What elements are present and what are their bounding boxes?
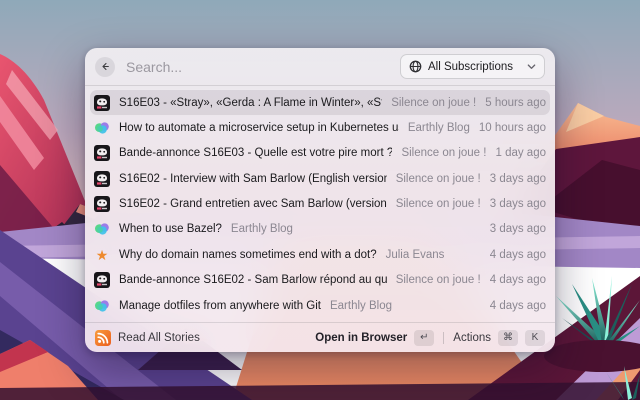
item-time: 10 hours ago bbox=[478, 121, 546, 134]
soj-favicon bbox=[94, 94, 110, 111]
item-source: Earthly Blog bbox=[230, 223, 293, 236]
list-item[interactable]: S16E02 - Grand entretien avec Sam Barlow… bbox=[90, 192, 550, 217]
item-title: How to automate a microservice setup in … bbox=[119, 121, 399, 134]
item-title: S16E02 - Interview with Sam Barlow (Engl… bbox=[119, 172, 387, 185]
earthly-favicon bbox=[94, 120, 110, 136]
back-button[interactable] bbox=[95, 56, 115, 77]
action-bar: Read All Stories Open in Browser ↵ Actio… bbox=[85, 322, 555, 352]
footer-divider bbox=[443, 331, 445, 344]
item-time: 3 days ago bbox=[489, 172, 546, 185]
item-source: Silence on joue ! bbox=[395, 274, 481, 287]
item-title: When to use Bazel? bbox=[119, 223, 222, 236]
command-key-badge: ⌘ bbox=[498, 329, 518, 346]
item-source: Silence on joue ! bbox=[401, 147, 487, 160]
globe-icon bbox=[409, 60, 422, 73]
soj-favicon bbox=[94, 272, 110, 289]
item-title: Bande-annonce S16E02 - Sam Barlow répond… bbox=[119, 274, 387, 287]
item-title: Bande-annonce S16E03 - Quelle est votre … bbox=[119, 147, 393, 160]
item-time: 5 hours ago bbox=[485, 96, 546, 109]
item-time: 4 days ago bbox=[489, 248, 546, 261]
arrow-left-icon bbox=[102, 62, 109, 71]
rss-icon bbox=[95, 329, 111, 346]
subscriptions-dropdown-label: All Subscriptions bbox=[427, 60, 513, 73]
item-time: 4 days ago bbox=[489, 299, 546, 312]
item-title: Why do domain names sometimes end with a… bbox=[119, 248, 377, 261]
list-item[interactable]: S16E02 - Interview with Sam Barlow (Engl… bbox=[90, 166, 550, 191]
list-item[interactable]: Bande-annonce S16E03 - Quelle est votre … bbox=[90, 141, 550, 166]
desktop: All Subscriptions S16E03 - «Stray», «Ger… bbox=[0, 0, 640, 400]
item-time: 3 days ago bbox=[489, 198, 546, 210]
soj-favicon bbox=[94, 145, 110, 162]
story-list: S16E03 - «Stray», «Gerda : A Flame in Wi… bbox=[85, 86, 555, 322]
item-source: Silence on joue ! bbox=[395, 172, 481, 185]
open-in-browser-button[interactable]: Open in Browser bbox=[315, 332, 407, 344]
item-title: S16E02 - Grand entretien avec Sam Barlow… bbox=[119, 198, 387, 210]
k-key-badge: K bbox=[525, 329, 545, 346]
earthly-favicon bbox=[94, 221, 110, 237]
list-item[interactable]: S16E03 - «Stray», «Gerda : A Flame in Wi… bbox=[90, 90, 550, 115]
list-item[interactable]: ★ Why do domain names sometimes end with… bbox=[90, 242, 550, 267]
soj-favicon bbox=[94, 170, 110, 187]
subscriptions-dropdown[interactable]: All Subscriptions bbox=[399, 54, 545, 79]
search-input[interactable] bbox=[124, 57, 391, 76]
list-item[interactable]: How to automate a microservice setup in … bbox=[90, 115, 550, 140]
read-all-stories-label: Read All Stories bbox=[118, 331, 200, 344]
star-favicon: ★ bbox=[95, 246, 109, 263]
soj-favicon bbox=[94, 196, 110, 212]
item-time: 4 days ago bbox=[489, 274, 546, 287]
item-source: Earthly Blog bbox=[329, 299, 392, 312]
item-time: 3 days ago bbox=[489, 223, 546, 236]
enter-key-badge: ↵ bbox=[414, 329, 435, 346]
search-bar: All Subscriptions bbox=[85, 48, 555, 86]
item-time: 1 day ago bbox=[495, 147, 546, 160]
item-source: Silence on joue ! bbox=[395, 198, 481, 210]
item-source: Earthly Blog bbox=[407, 121, 470, 134]
rss-search-panel: All Subscriptions S16E03 - «Stray», «Ger… bbox=[85, 48, 555, 352]
item-title: Manage dotfiles from anywhere with Git bbox=[119, 299, 321, 312]
item-source: Silence on joue ! bbox=[391, 96, 477, 109]
chevron-down-icon bbox=[527, 62, 536, 71]
list-item[interactable]: Manage dotfiles from anywhere with Git E… bbox=[90, 293, 550, 318]
actions-button[interactable]: Actions bbox=[453, 332, 491, 344]
list-item[interactable]: Bande-annonce S16E02 - Sam Barlow répond… bbox=[90, 268, 550, 293]
list-item[interactable]: When to use Bazel? Earthly Blog 3 days a… bbox=[90, 217, 550, 242]
item-source: Julia Evans bbox=[385, 248, 445, 261]
earthly-favicon bbox=[94, 298, 110, 314]
item-title: S16E03 - «Stray», «Gerda : A Flame in Wi… bbox=[119, 96, 382, 109]
